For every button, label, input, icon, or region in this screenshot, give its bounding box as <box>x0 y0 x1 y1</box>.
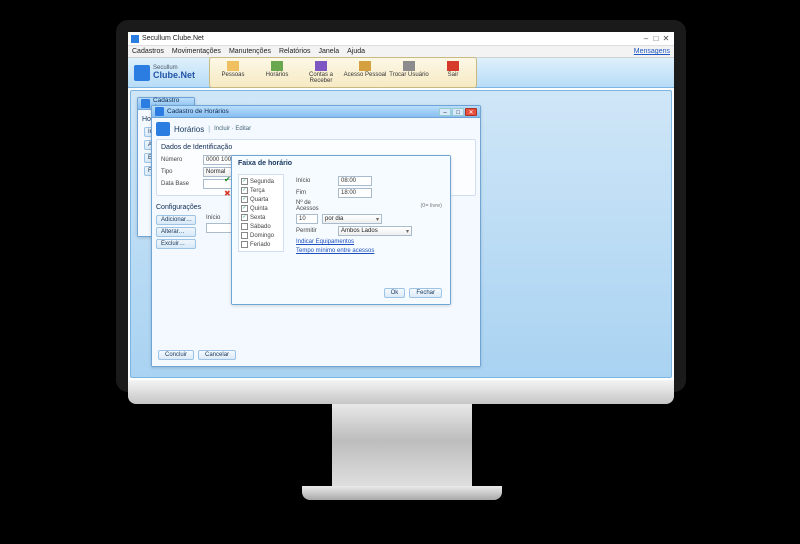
label-numero: Número <box>161 157 199 163</box>
menu-cadastros[interactable]: Cadastros <box>132 48 164 55</box>
people-icon <box>227 61 239 71</box>
ribbon-sair[interactable]: Sair <box>431 59 475 86</box>
menu-relatorios[interactable]: Relatórios <box>279 48 311 55</box>
brand: Secullum Clube.Net <box>134 65 195 81</box>
ribbon-horarios[interactable]: Horários <box>255 59 299 86</box>
maximize-button[interactable]: □ <box>651 34 661 43</box>
ok-button[interactable]: Ok <box>384 288 406 298</box>
label-permitir: Permitir <box>296 228 334 234</box>
link-equipamentos[interactable]: Indicar Equipamentos <box>296 239 442 245</box>
link-tempo-minimo[interactable]: Tempo mínimo entre acessos <box>296 248 442 254</box>
label-acessos: Nº de Acessos <box>296 200 334 212</box>
checkbox-sabado[interactable] <box>241 223 248 230</box>
mensagens-link[interactable]: Mensagens <box>634 48 670 55</box>
checkbox-quarta[interactable]: ✓ <box>241 196 248 203</box>
permitir-select[interactable]: Ambos Lados <box>338 226 412 236</box>
brand-logo-icon <box>134 65 150 81</box>
inicio-field[interactable]: 08:00 <box>338 176 372 186</box>
user-swap-icon <box>403 61 415 71</box>
money-icon <box>315 61 327 71</box>
checkbox-segunda[interactable]: ✓ <box>241 178 248 185</box>
brand-big: Clube.Net <box>153 71 195 80</box>
menu-ajuda[interactable]: Ajuda <box>347 48 365 55</box>
label-tipo: Tipo <box>161 169 199 175</box>
app-icon <box>131 35 139 43</box>
checkbox-feriado[interactable] <box>241 241 248 248</box>
cancelar-button[interactable]: Cancelar <box>198 350 236 360</box>
hint-livre: (0= livre) <box>420 203 442 209</box>
label-inicio: Início <box>296 178 334 184</box>
adicionar-button[interactable]: Adicionar… <box>156 215 196 225</box>
check-icon[interactable]: ✔ <box>224 176 232 184</box>
menu-manutencoes[interactable]: Manutenções <box>229 48 271 55</box>
acessos-field[interactable]: 10 <box>296 214 318 224</box>
label-fim: Fim <box>296 190 334 196</box>
label-database: Data Base <box>161 181 199 187</box>
checkbox-terca[interactable]: ✓ <box>241 187 248 194</box>
ribbon: Secullum Clube.Net Pessoas Horários Cont… <box>128 58 674 88</box>
checkbox-sexta[interactable]: ✓ <box>241 214 248 221</box>
dialog-faixa-horario[interactable]: Faixa de horário ✔ ✖ ✓Segunda ✓Terça ✓Qu… <box>231 155 451 305</box>
periodo-select[interactable]: por dia <box>322 214 382 224</box>
ribbon-contas[interactable]: Contas a Receber <box>299 59 343 86</box>
x-icon[interactable]: ✖ <box>224 190 232 198</box>
window-icon <box>141 99 150 108</box>
close-button[interactable]: ✕ <box>661 34 671 43</box>
minimize-button[interactable]: – <box>641 34 651 43</box>
close-button[interactable]: ✕ <box>465 108 477 116</box>
header-title: Horários <box>174 125 204 134</box>
checkbox-domingo[interactable] <box>241 232 248 239</box>
dialog-title: Faixa de horário <box>238 160 292 167</box>
minimize-button[interactable]: – <box>439 108 451 116</box>
concluir-button[interactable]: Concluir <box>158 350 194 360</box>
titlebar: Secullum Clube.Net – □ ✕ <box>128 32 674 46</box>
checkbox-quinta[interactable]: ✓ <box>241 205 248 212</box>
ribbon-pessoas[interactable]: Pessoas <box>211 59 255 86</box>
menu-movimentacoes[interactable]: Movimentações <box>172 48 221 55</box>
section-title: Dados de Identificação <box>161 144 471 151</box>
breadcrumb: Incluir · Editar <box>214 126 251 132</box>
header-icon <box>156 122 170 136</box>
alterar-button[interactable]: Alterar… <box>156 227 196 237</box>
maximize-button[interactable]: □ <box>452 108 464 116</box>
excluir-button[interactable]: Excluir… <box>156 239 196 249</box>
window-icon <box>155 107 164 116</box>
ribbon-acesso[interactable]: Acesso Pessoal <box>343 59 387 86</box>
workspace: Cadastro d… Horá Incluir Alterar Excluir… <box>130 90 672 378</box>
days-list: ✓Segunda ✓Terça ✓Quarta ✓Quinta ✓Sexta S… <box>238 174 284 252</box>
menu-janela[interactable]: Janela <box>318 48 339 55</box>
exit-icon <box>447 61 459 71</box>
fechar-button[interactable]: Fechar <box>409 288 442 298</box>
app-title: Secullum Clube.Net <box>142 35 204 42</box>
ribbon-trocar[interactable]: Trocar Usuário <box>387 59 431 86</box>
window-title: Cadastro de Horários <box>167 108 229 115</box>
clock-icon <box>271 61 283 71</box>
key-icon <box>359 61 371 71</box>
col-inicio: Início <box>206 215 228 221</box>
fim-field[interactable]: 18:00 <box>338 188 372 198</box>
